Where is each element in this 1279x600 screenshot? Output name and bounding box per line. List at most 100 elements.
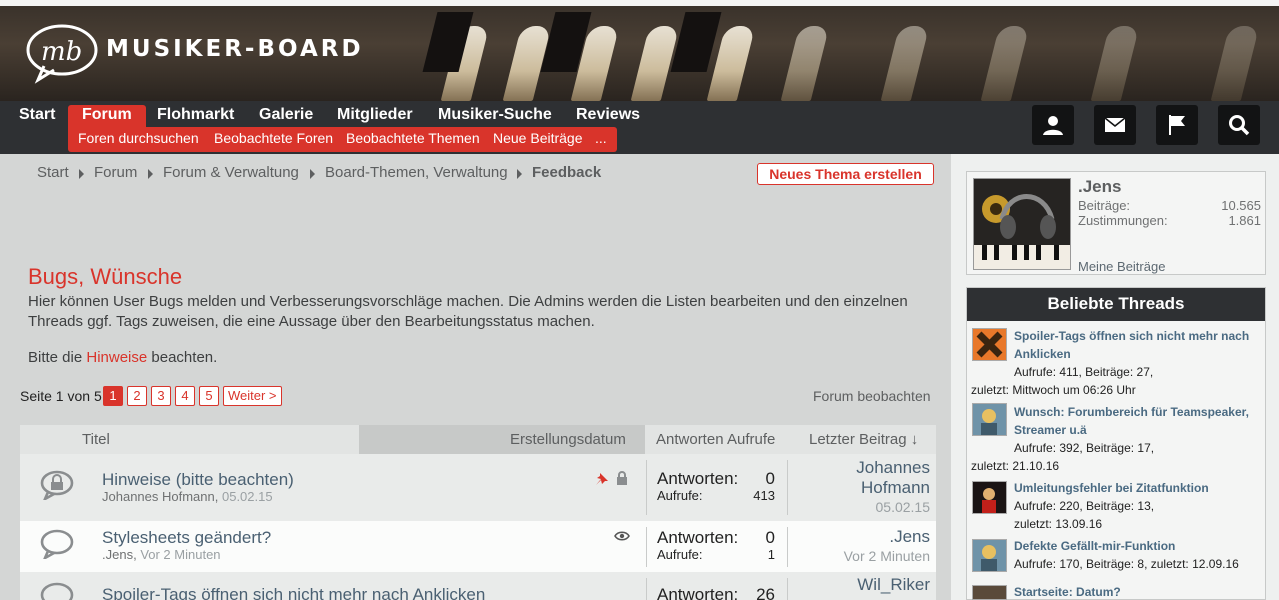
subnav-beobachtete-themen[interactable]: Beobachtete Themen [346, 130, 480, 146]
search-button[interactable] [1218, 105, 1260, 145]
nav-forum[interactable]: Forum [68, 105, 146, 127]
replies-count: 0 [765, 469, 775, 488]
page-1[interactable]: 1 [103, 386, 123, 406]
brand-name[interactable]: MUSIKER-BOARD [106, 36, 364, 62]
thread-title[interactable]: Spoiler-Tags öffnen sich nicht mehr nach… [102, 585, 485, 600]
replies-count: 26 [756, 585, 775, 600]
popular-thread-last: zuletzt: 21.10.16 [971, 459, 1060, 473]
thread-title[interactable]: Hinweise (bitte beachten) [102, 470, 294, 490]
breadcrumb-arrow-icon [517, 169, 522, 179]
thread-avatar[interactable] [972, 481, 1007, 514]
column-created[interactable]: Erstellungsdatum [510, 431, 626, 448]
flag-icon [1169, 115, 1185, 135]
thread-locked-icon [40, 470, 74, 500]
replies-label: Antworten: [657, 528, 739, 547]
posts-count: 10.565 [1221, 198, 1261, 213]
replies-label: Antworten: [657, 585, 739, 600]
subnav-beobachtete-foren[interactable]: Beobachtete Foren [214, 130, 333, 146]
breadcrumb-start[interactable]: Start [37, 164, 69, 181]
subnav-foren-durchsuchen[interactable]: Foren durchsuchen [78, 130, 199, 146]
page-2[interactable]: 2 [127, 386, 147, 406]
last-poster-line2[interactable]: Hofmann [861, 478, 930, 498]
breadcrumb-arrow-icon [148, 169, 153, 179]
page-5[interactable]: 5 [199, 386, 219, 406]
user-name[interactable]: .Jens [1078, 177, 1121, 197]
thread-avatar-image [981, 545, 997, 571]
nav-musiker-suche[interactable]: Musiker-Suche [438, 105, 552, 127]
breadcrumb-feedback: Feedback [532, 164, 602, 181]
popular-thread-meta: Aufrufe: 170, Beiträge: 8, zuletzt: 12.0… [1014, 557, 1239, 571]
watch-forum-link[interactable]: Forum beobachten [813, 388, 931, 404]
nav-galerie[interactable]: Galerie [259, 105, 313, 127]
forum-description: Hier können User Bugs melden und Verbess… [28, 293, 908, 330]
thread-list-header [20, 425, 936, 454]
avatar[interactable] [973, 178, 1071, 270]
user-button[interactable] [1032, 105, 1074, 145]
subnav-neue-beitraege[interactable]: Neue Beiträge [493, 130, 583, 146]
musiker-board-logo-icon[interactable]: mb [24, 22, 100, 84]
nav-mitglieder[interactable]: Mitglieder [337, 105, 413, 127]
nav-flohmarkt[interactable]: Flohmarkt [157, 105, 234, 127]
popular-thread-meta: Aufrufe: 220, Beiträge: 13, [1014, 499, 1155, 513]
popular-thread-meta: Aufrufe: 411, Beiträge: 27, [1014, 365, 1154, 379]
next-page-button[interactable]: Weiter > [223, 386, 282, 406]
thread-title[interactable]: Stylesheets geändert? [102, 528, 271, 548]
popular-thread-last: zuletzt: 13.09.16 [1014, 517, 1103, 531]
page-3[interactable]: 3 [151, 386, 171, 406]
thread-avatar[interactable] [972, 585, 1007, 600]
svg-text:mb: mb [41, 37, 82, 67]
breadcrumb-forum[interactable]: Forum [94, 164, 137, 181]
last-post-date[interactable]: Vor 2 Minuten [844, 548, 930, 564]
thread-avatar[interactable] [972, 328, 1007, 361]
thread-avatar[interactable] [972, 403, 1007, 436]
popular-thread-title[interactable]: Umleitungsfehler bei Zitatfunktion [1014, 479, 1262, 497]
views-count: 1 [767, 547, 775, 562]
pin-icon [596, 473, 608, 485]
popular-thread-title[interactable]: Startseite: Datum? [1014, 583, 1262, 600]
thread-avatar[interactable] [972, 539, 1007, 572]
thread-row[interactable]: Stylesheets geändert? .Jens, Vor 2 Minut… [20, 521, 936, 572]
last-poster[interactable]: .Jens [889, 527, 930, 547]
thread-avatar-image [981, 409, 997, 435]
search-icon [1229, 115, 1250, 136]
thread-row[interactable]: Hinweise (bitte beachten) Johannes Hofma… [20, 454, 936, 521]
messages-button[interactable] [1094, 105, 1136, 145]
breadcrumb-arrow-icon [310, 169, 315, 179]
popular-thread-title[interactable]: Defekte Gefällt-mir-Funktion [1014, 537, 1262, 555]
popular-thread-last: zuletzt: Mittwoch um 06:26 Uhr [971, 383, 1136, 397]
likes-count: 1.861 [1228, 213, 1261, 228]
page-4[interactable]: 4 [175, 386, 195, 406]
posts-label: Beiträge: [1078, 198, 1131, 213]
last-poster[interactable]: Johannes [856, 458, 930, 478]
column-replies[interactable]: Antworten [656, 431, 724, 448]
alerts-button[interactable] [1156, 105, 1198, 145]
popular-thread-meta: Aufrufe: 392, Beiträge: 17, [1014, 441, 1155, 455]
forum-title: Bugs, Wünsche [28, 264, 183, 289]
popular-thread-title[interactable]: Wunsch: Forumbereich für Teamspeaker, Str… [1014, 403, 1262, 439]
likes-label: Zustimmungen: [1078, 213, 1168, 228]
nav-reviews[interactable]: Reviews [576, 105, 640, 127]
thread-row[interactable]: Spoiler-Tags öffnen sich nicht mehr nach… [20, 572, 936, 600]
popular-thread-title[interactable]: Spoiler-Tags öffnen sich nicht mehr nach… [1014, 327, 1262, 363]
user-icon [1043, 116, 1063, 135]
hinweise-link[interactable]: Hinweise [86, 349, 147, 366]
column-views[interactable]: Aufrufe [727, 431, 775, 448]
thread-icon [40, 529, 74, 559]
breadcrumb-forum-verwaltung[interactable]: Forum & Verwaltung [163, 164, 299, 181]
replies-count: 0 [765, 528, 775, 547]
last-post-date[interactable]: 05.02.15 [876, 499, 931, 515]
my-posts-link[interactable]: Meine Beiträge [1078, 259, 1165, 274]
breadcrumb-arrow-icon [79, 169, 84, 179]
column-last-post[interactable]: Letzter Beitrag ↓ [809, 431, 918, 448]
last-poster[interactable]: Wil_Riker [857, 575, 930, 595]
mail-icon [1104, 117, 1126, 132]
new-thread-button[interactable]: Neues Thema erstellen [757, 163, 934, 185]
column-title[interactable]: Titel [82, 431, 110, 448]
thread-icon [40, 582, 74, 600]
nav-start[interactable]: Start [19, 105, 55, 127]
breadcrumb-board-themen[interactable]: Board-Themen, Verwaltung [325, 164, 508, 181]
views-label: Aufrufe: [657, 488, 703, 503]
popular-threads-title: Beliebte Threads [967, 288, 1265, 321]
subnav-more[interactable]: ... [595, 130, 607, 146]
replies-label: Antworten: [657, 469, 739, 488]
